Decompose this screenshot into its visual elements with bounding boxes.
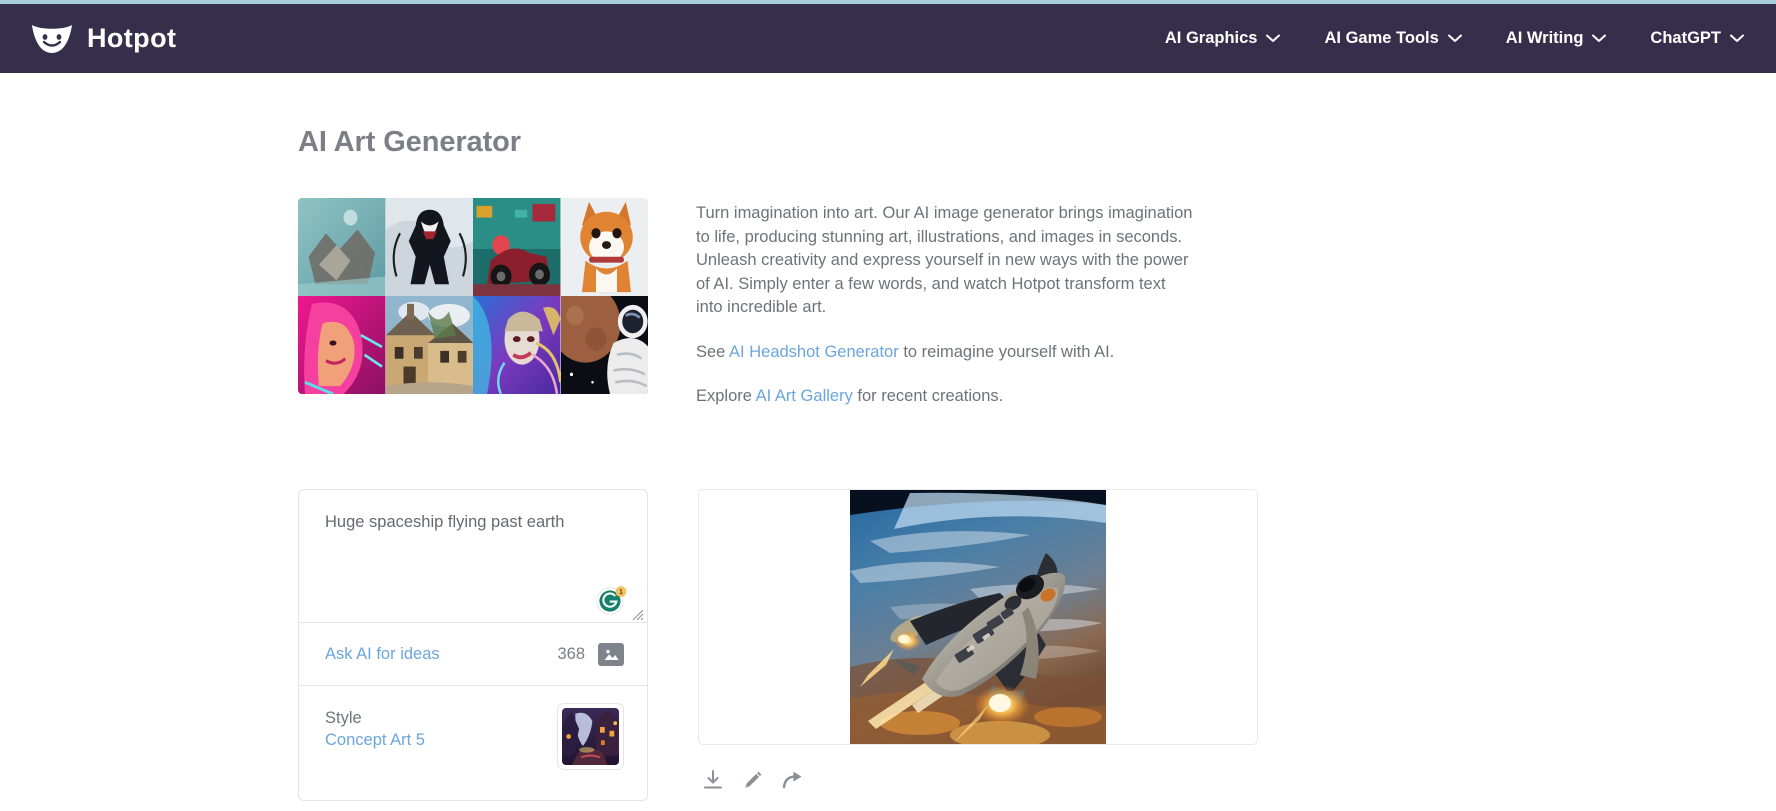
edit-pencil-icon[interactable] bbox=[741, 768, 765, 797]
style-labels: Style Concept Art 5 bbox=[325, 703, 425, 751]
style-thumbnail-button[interactable] bbox=[557, 702, 624, 770]
collage-tile-dragon bbox=[298, 198, 386, 296]
chevron-down-icon bbox=[1447, 34, 1462, 43]
brand-logo-link[interactable]: Hotpot bbox=[30, 22, 176, 55]
concept-art-5-style-thumbnail bbox=[562, 707, 619, 765]
collage-tile-fantasy-woman bbox=[473, 296, 562, 394]
gallery-line: Explore AI Art Gallery for recent creati… bbox=[696, 385, 1196, 409]
image-icon[interactable] bbox=[598, 642, 624, 666]
site-header: Hotpot AI Graphics AI Game Tools AI Writ… bbox=[0, 4, 1776, 73]
style-value-link[interactable]: Concept Art 5 bbox=[325, 729, 425, 751]
intro-section: Turn imagination into art. Our AI image … bbox=[298, 198, 1478, 409]
nav-item-ai-writing[interactable]: AI Writing bbox=[1484, 19, 1629, 58]
page-title: AI Art Generator bbox=[298, 126, 521, 158]
collage-tile-village bbox=[385, 296, 473, 394]
download-icon[interactable] bbox=[701, 768, 725, 797]
style-label: Style bbox=[325, 708, 362, 727]
generated-spaceship-over-earth[interactable] bbox=[850, 489, 1106, 744]
hotpot-smiley-icon bbox=[30, 22, 74, 55]
intro-text-block: Turn imagination into art. Our AI image … bbox=[696, 198, 1196, 409]
chevron-down-icon bbox=[1266, 34, 1281, 43]
nav-label: AI Graphics bbox=[1164, 29, 1258, 47]
result-panel bbox=[698, 488, 1258, 745]
headshot-line-before: See bbox=[696, 342, 730, 361]
brand-name: Hotpot bbox=[87, 23, 177, 53]
chevron-down-icon bbox=[1730, 34, 1744, 43]
collage-tile-motorcycle bbox=[473, 198, 561, 296]
page-body: AI Art Generator Turn imagination into a… bbox=[0, 126, 1776, 811]
prompt-value: Huge spaceship flying past earth bbox=[325, 512, 565, 531]
gallery-line-after: for recent creations. bbox=[852, 387, 1004, 405]
intro-paragraph: Turn imagination into art. Our AI image … bbox=[696, 204, 1193, 316]
ai-art-sample-collage bbox=[298, 198, 648, 394]
nav-label: AI Writing bbox=[1505, 29, 1584, 47]
collage-tile-neon-portrait bbox=[298, 296, 386, 394]
collage-tile-astronaut bbox=[550, 284, 648, 394]
grammarly-icon[interactable]: 1 bbox=[595, 582, 629, 616]
collage-tile-symbiote bbox=[385, 198, 473, 296]
svg-text:1: 1 bbox=[619, 589, 623, 596]
nav-item-ai-game-tools[interactable]: AI Game Tools bbox=[1302, 19, 1483, 58]
nav-item-ai-graphics[interactable]: AI Graphics bbox=[1143, 19, 1303, 58]
ideas-row-right: 368 bbox=[557, 642, 624, 666]
ideas-row: Ask AI for ideas 368 bbox=[299, 623, 647, 685]
nav-label: AI Game Tools bbox=[1324, 29, 1439, 47]
credit-count: 368 bbox=[557, 644, 585, 663]
resize-handle-icon[interactable] bbox=[632, 608, 644, 620]
prompt-textarea[interactable]: Huge spaceship flying past earth 1 bbox=[299, 490, 647, 622]
headshot-line: See AI Headshot Generator to reimagine y… bbox=[696, 341, 1196, 365]
nav-label: ChatGPT bbox=[1650, 29, 1721, 47]
generator-section: Huge spaceship flying past earth 1 Ask A… bbox=[298, 488, 1478, 811]
result-column: Buy credits for 768x768, 512x2048, and o… bbox=[698, 488, 1258, 811]
nav-item-chatgpt[interactable]: ChatGPT bbox=[1628, 19, 1748, 58]
result-actions bbox=[698, 768, 1258, 797]
ai-headshot-generator-link[interactable]: AI Headshot Generator bbox=[729, 343, 899, 361]
share-arrow-icon[interactable] bbox=[781, 768, 805, 797]
chevron-down-icon bbox=[1592, 34, 1607, 43]
ask-ai-for-ideas-link[interactable]: Ask AI for ideas bbox=[325, 645, 440, 664]
main-navigation: AI Graphics AI Game Tools AI Writing Cha… bbox=[1143, 19, 1748, 58]
prompt-panel: Huge spaceship flying past earth 1 Ask A… bbox=[298, 488, 648, 801]
collage-tile-corgi bbox=[560, 198, 648, 296]
gallery-line-before: Explore bbox=[696, 387, 756, 405]
headshot-line-after: to reimagine yourself with AI. bbox=[898, 342, 1115, 361]
ai-art-gallery-link[interactable]: AI Art Gallery bbox=[756, 387, 853, 405]
style-row: Style Concept Art 5 bbox=[299, 686, 647, 800]
